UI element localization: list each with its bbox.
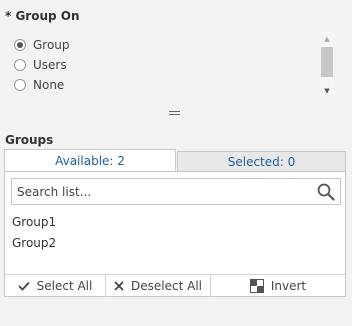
groups-title: Groups xyxy=(5,133,54,147)
radio-button-checked[interactable] xyxy=(14,39,26,51)
select-all-label: Select All xyxy=(36,279,93,293)
group-settings-panel: * Group On Group Users None ▲ ▼ Groups A… xyxy=(0,0,352,326)
close-icon xyxy=(114,281,124,291)
invert-selection-icon xyxy=(249,279,264,293)
radio-option-users[interactable]: Users xyxy=(14,55,314,75)
invert-label: Invert xyxy=(270,279,307,293)
resize-splitter-handle[interactable] xyxy=(169,111,180,115)
list-item[interactable]: Group1 xyxy=(12,215,56,229)
scroll-down-arrow-icon[interactable]: ▼ xyxy=(320,86,334,96)
radio-label: None xyxy=(33,78,65,92)
radio-option-group[interactable]: Group xyxy=(14,35,314,55)
tab-available[interactable]: Available: 2 xyxy=(4,149,176,172)
deselect-all-button[interactable]: Deselect All xyxy=(106,275,211,297)
list-actions-bar: Select All Deselect All Invert xyxy=(5,274,345,297)
scroll-up-arrow-icon[interactable]: ▲ xyxy=(320,34,334,44)
radio-label: Group xyxy=(33,38,70,52)
group-on-title: * Group On xyxy=(5,9,80,23)
checkmark-icon xyxy=(18,281,30,291)
search-icon[interactable] xyxy=(317,183,335,201)
select-all-button[interactable]: Select All xyxy=(5,275,106,297)
scrollbar-thumb[interactable] xyxy=(321,47,333,77)
list-item[interactable]: Group2 xyxy=(12,236,56,250)
search-box xyxy=(11,178,341,205)
deselect-all-label: Deselect All xyxy=(131,279,202,293)
radio-list-scrollbar[interactable]: ▲ ▼ xyxy=(320,32,334,98)
groups-list-panel: Group1 Group2 Select All Deselect xyxy=(4,171,346,297)
radio-option-none[interactable]: None xyxy=(14,75,314,95)
tab-selected[interactable]: Selected: 0 xyxy=(177,151,346,172)
radio-button[interactable] xyxy=(14,59,26,71)
invert-button[interactable]: Invert xyxy=(211,275,345,297)
group-on-radio-list: Group Users None xyxy=(14,35,314,95)
search-input[interactable] xyxy=(17,183,307,201)
radio-button[interactable] xyxy=(14,79,26,91)
radio-label: Users xyxy=(33,58,67,72)
